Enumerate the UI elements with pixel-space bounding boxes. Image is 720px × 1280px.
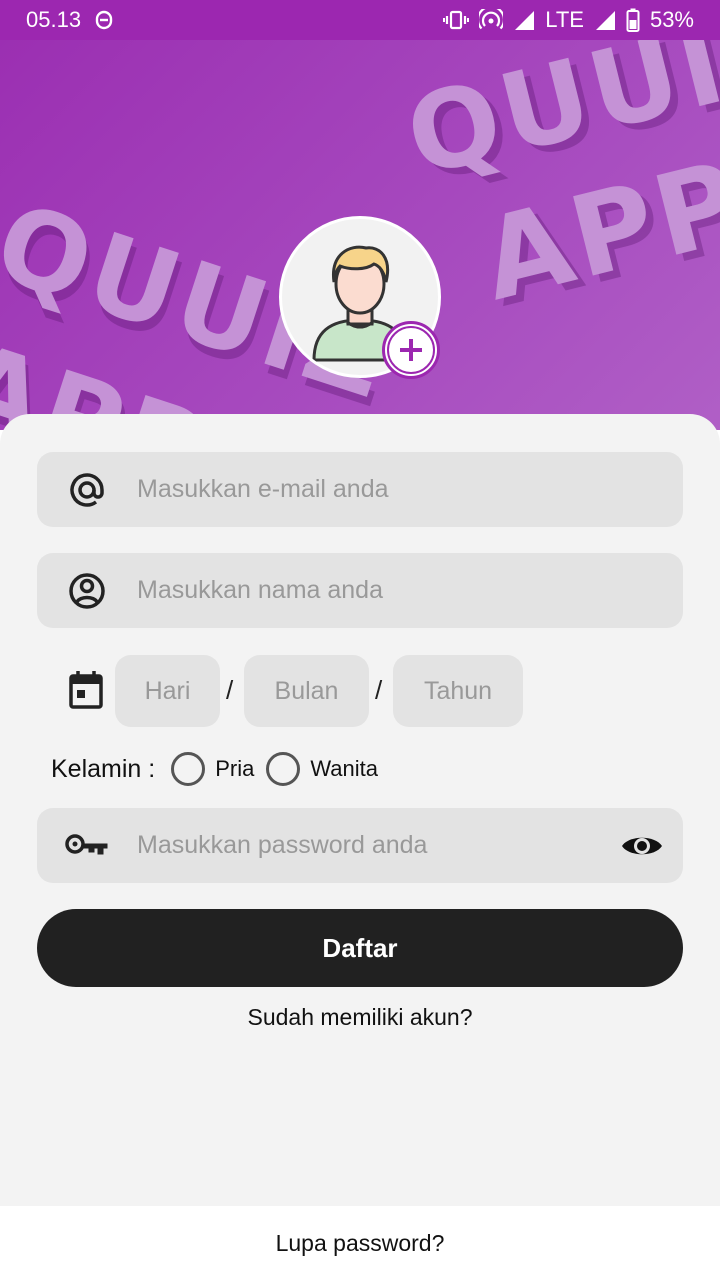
radio-button[interactable] [171,752,206,786]
date-separator: / [226,675,234,705]
login-link-label[interactable]: Sudah memiliki akun? [247,1004,472,1030]
password-field[interactable] [37,808,683,883]
at-sign-icon [37,470,137,510]
date-separator: / [375,675,383,705]
vibrate-icon [443,10,470,30]
forgot-password-bar[interactable]: Lupa password? [0,1206,720,1280]
battery-icon [626,8,640,32]
signal-icon [513,9,535,31]
forgot-password-link[interactable]: Lupa password? [276,1230,445,1257]
gender-group: Kelamin : Pria Wanita [51,750,390,788]
month-field[interactable] [244,655,369,727]
gender-label: Kelamin : [51,754,156,783]
gender-option-label: Wanita [310,756,378,781]
password-input[interactable] [137,831,597,860]
year-input[interactable] [393,676,523,706]
register-button[interactable]: Daftar [37,909,683,987]
gender-option-label: Pria [215,756,255,781]
user-circle-icon [37,571,137,611]
eye-icon[interactable] [621,826,663,871]
email-field[interactable] [37,452,683,527]
day-input[interactable] [115,676,220,706]
status-bar: 05.13 LTE 53% [0,0,720,40]
month-input[interactable] [244,676,369,706]
plus-icon [400,339,422,361]
year-field[interactable] [393,655,523,727]
status-time: 05.13 [26,7,82,32]
calendar-icon [68,670,104,715]
name-field[interactable] [37,553,683,628]
radio-button[interactable] [266,752,301,786]
profile-photo-picker[interactable] [279,216,441,379]
notification-icon [95,10,113,30]
login-link[interactable]: Sudah memiliki akun? [0,1004,720,1031]
battery-level: 53% [649,7,694,32]
hotspot-icon [479,9,504,31]
add-photo-button[interactable] [382,321,440,379]
birth-date-row: / / [37,655,683,727]
day-field[interactable] [115,655,220,727]
network-type: LTE [545,7,584,32]
email-input[interactable] [137,475,597,504]
signal-icon [594,9,616,31]
key-icon [37,831,137,861]
gender-option-wanita[interactable]: Wanita [266,752,378,786]
name-input[interactable] [137,576,597,605]
gender-option-pria[interactable]: Pria [171,752,254,786]
